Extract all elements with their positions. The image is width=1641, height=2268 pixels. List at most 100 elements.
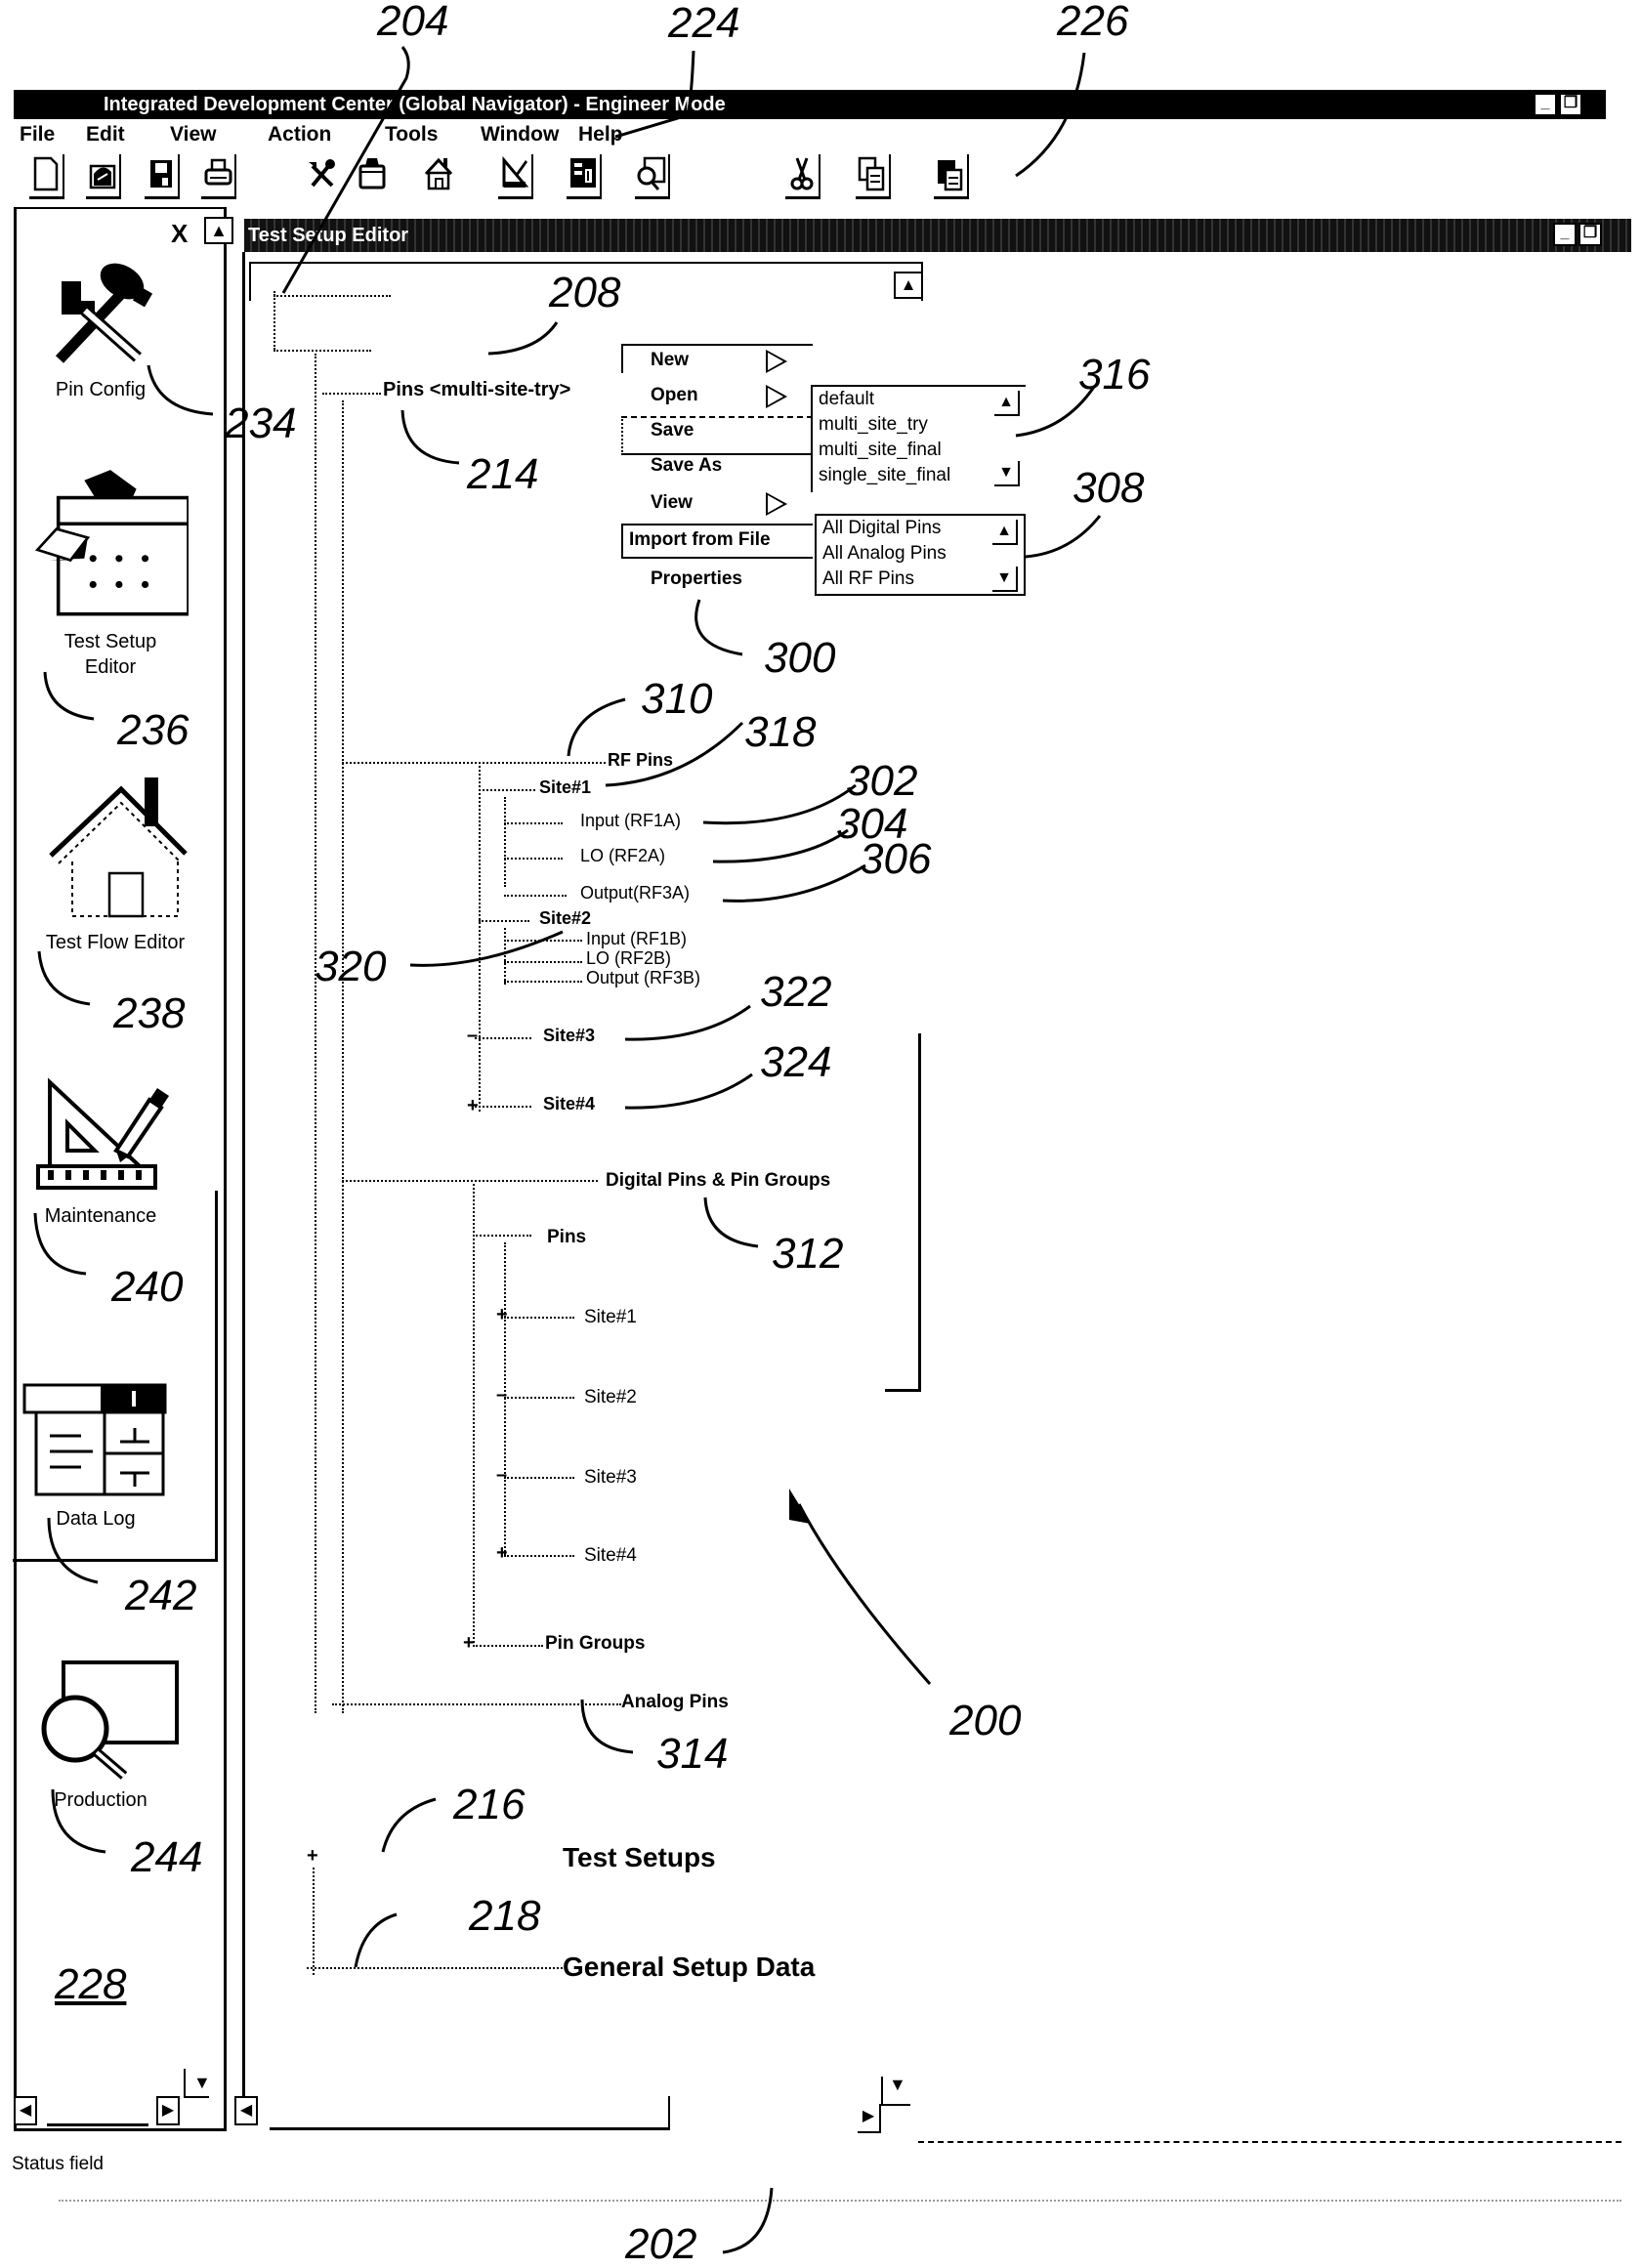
tree-scroll-up-button[interactable]: ▲: [894, 272, 923, 299]
tree-line: [473, 1645, 543, 1647]
cut-button[interactable]: [785, 154, 820, 199]
expand-digital-site2-toggle[interactable]: –: [496, 1385, 507, 1405]
test-flow-house-icon: [424, 157, 453, 190]
tree-node-rf-site4[interactable]: Site#4: [543, 1094, 595, 1114]
tree-node-rf3a[interactable]: Output(RF3A): [580, 883, 690, 903]
tree-line: [504, 822, 563, 824]
ref-316: 316: [1078, 351, 1151, 399]
test-flow-editor-icon: [49, 777, 188, 918]
open-setup-listbox[interactable]: default multi_site_try multi_site_final …: [811, 385, 1026, 492]
paste-button[interactable]: [934, 154, 969, 199]
listbox-option[interactable]: multi_site_final: [819, 440, 942, 461]
menu-help[interactable]: Help: [578, 123, 623, 147]
navigator-scroll-down-button[interactable]: ▼: [193, 2073, 211, 2093]
tree-node-rf-pins[interactable]: RF Pins: [608, 750, 673, 771]
import-pins-listbox[interactable]: All Digital Pins All Analog Pins All RF …: [815, 514, 1026, 596]
tree-node-pins-root[interactable]: Pins <multi-site-try>: [383, 379, 570, 401]
test-flow-tool-button[interactable]: [422, 154, 457, 199]
tree-node-rf-site1[interactable]: Site#1: [539, 777, 591, 798]
expand-site4-toggle[interactable]: +: [467, 1096, 479, 1115]
listbox-option[interactable]: single_site_final: [819, 465, 950, 486]
pin-config-tool-button[interactable]: [305, 154, 340, 199]
restore-button[interactable]: ❐: [1559, 93, 1582, 116]
nav-item-test-setup-editor[interactable]: Test Setup Editor: [22, 463, 198, 680]
expand-digital-site3-toggle[interactable]: –: [496, 1465, 507, 1485]
tree-node-rf1a[interactable]: Input (RF1A): [580, 811, 681, 831]
listbox-option[interactable]: multi_site_try: [819, 414, 928, 436]
ref-318: 318: [744, 708, 817, 756]
nav-item-production[interactable]: Production: [22, 1653, 179, 1812]
nav-item-pin-config[interactable]: Pin Config: [22, 252, 179, 401]
listbox-scroll-down-button[interactable]: ▼: [992, 567, 1018, 592]
production-tool-button[interactable]: [635, 154, 670, 199]
context-menu-view[interactable]: View: [651, 492, 693, 514]
expand-test-setups-toggle[interactable]: +: [307, 1846, 318, 1866]
tree-node-rf-site2[interactable]: Site#2: [539, 908, 591, 929]
ref-218: 218: [469, 1892, 541, 1940]
expand-site3-toggle[interactable]: –: [467, 1026, 478, 1045]
tree-node-analog-pins[interactable]: Analog Pins: [621, 1692, 729, 1713]
context-menu-save-as[interactable]: Save As: [651, 455, 722, 477]
menu-tools[interactable]: Tools: [385, 123, 438, 147]
context-menu-open[interactable]: Open: [651, 385, 698, 406]
tree-node-digital-site4[interactable]: Site#4: [584, 1545, 637, 1567]
nav-item-test-flow-editor[interactable]: Test Flow Editor: [22, 776, 208, 954]
editor-minimize-button[interactable]: _: [1553, 223, 1577, 246]
tree-node-digital-pins-sub[interactable]: Pins: [547, 1227, 586, 1248]
new-button[interactable]: [29, 154, 64, 199]
listbox-option[interactable]: All RF Pins: [822, 568, 914, 590]
tree-node-test-setups[interactable]: Test Setups: [563, 1842, 716, 1873]
data-log-tool-button[interactable]: [567, 154, 602, 199]
expand-pin-groups-toggle[interactable]: +: [463, 1633, 475, 1653]
tree-node-rf3b[interactable]: Output (RF3B): [586, 969, 700, 987]
expand-digital-site1-toggle[interactable]: +: [496, 1305, 508, 1324]
editor-scroll-right-button[interactable]: ▶: [858, 2104, 881, 2133]
tree-node-rf-site3[interactable]: Site#3: [543, 1026, 595, 1046]
menu-file[interactable]: File: [20, 123, 55, 147]
nav-item-label: Test Flow Editor: [45, 932, 186, 953]
save-button[interactable]: [145, 154, 180, 199]
tree-node-digital-site2[interactable]: Site#2: [584, 1387, 637, 1408]
expand-digital-site4-toggle[interactable]: +: [496, 1543, 508, 1563]
navigator-close-button[interactable]: X: [171, 219, 188, 249]
tree-node-rf1b[interactable]: Input (RF1B): [586, 930, 687, 947]
editor-scroll-down-button[interactable]: ▼: [889, 2075, 906, 2095]
menu-window[interactable]: Window: [481, 123, 559, 147]
menu-action[interactable]: Action: [268, 123, 331, 147]
tree-node-general-setup-data[interactable]: General Setup Data: [563, 1952, 815, 1983]
open-folder-icon: [89, 164, 116, 189]
navigator-scroll-left-button[interactable]: ◀: [14, 2096, 37, 2125]
navigator-scroll-up-button[interactable]: ▲: [204, 217, 233, 244]
tree-node-digital-site1[interactable]: Site#1: [584, 1307, 637, 1328]
listbox-scroll-down-button[interactable]: ▼: [994, 461, 1020, 486]
listbox-option[interactable]: All Digital Pins: [822, 518, 941, 539]
listbox-scroll-up-button[interactable]: ▲: [994, 391, 1020, 416]
minimize-button[interactable]: _: [1534, 93, 1557, 116]
context-menu-properties[interactable]: Properties: [651, 568, 742, 590]
print-button[interactable]: [201, 154, 236, 199]
editor-scroll-left-button[interactable]: ◀: [234, 2096, 258, 2125]
tree-node-pin-groups[interactable]: Pin Groups: [545, 1633, 645, 1655]
test-setup-tool-button[interactable]: [356, 154, 391, 199]
menu-view[interactable]: View: [170, 123, 216, 147]
listbox-scroll-up-button[interactable]: ▲: [992, 520, 1018, 545]
listbox-option[interactable]: default: [819, 389, 874, 410]
tree-vscroll-track[interactable]: [918, 1033, 921, 1391]
copy-button[interactable]: [856, 154, 891, 199]
tree-node-digital-pins[interactable]: Digital Pins & Pin Groups: [606, 1170, 830, 1192]
maintenance-tool-button[interactable]: [498, 154, 533, 199]
navigator-scroll-right-button[interactable]: ▶: [156, 2096, 180, 2125]
tree-node-digital-site3[interactable]: Site#3: [584, 1467, 637, 1489]
context-menu-import-from-file[interactable]: Import from File: [629, 529, 771, 551]
navigator-hscroll-track[interactable]: [47, 2123, 148, 2126]
listbox-option[interactable]: All Analog Pins: [822, 543, 947, 565]
context-menu-save[interactable]: Save: [651, 420, 694, 441]
menu-edit[interactable]: Edit: [86, 123, 125, 147]
tree-node-rf2a[interactable]: LO (RF2A): [580, 846, 665, 866]
nav-item-label: Test Setup Editor: [63, 631, 157, 678]
tree-node-rf2b[interactable]: LO (RF2B): [586, 949, 671, 967]
context-menu-new[interactable]: New: [651, 350, 689, 371]
editor-restore-button[interactable]: ❐: [1578, 223, 1602, 246]
editor-hscroll-track[interactable]: [270, 2127, 670, 2130]
open-button[interactable]: [86, 154, 121, 199]
